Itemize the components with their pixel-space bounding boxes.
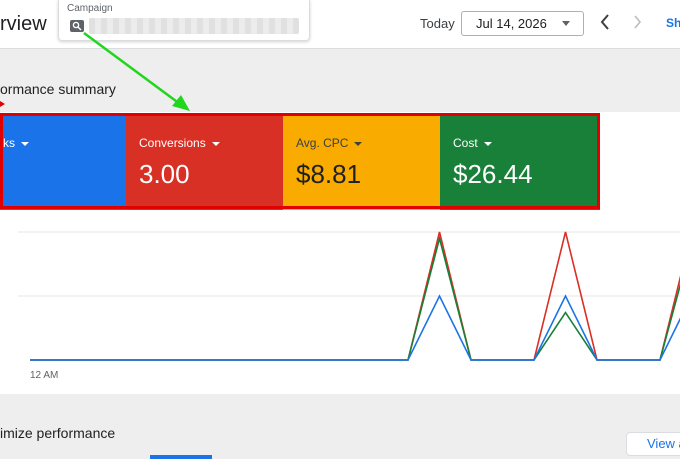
optimization-title: imize performance: [0, 425, 116, 441]
scorecard-value: 3.00: [139, 159, 190, 189]
scorecard-value: $26.44: [453, 159, 533, 189]
scorecard-cost[interactable]: Cost $26.44: [440, 115, 600, 210]
date-range-select[interactable]: Jul 14, 2026: [461, 11, 584, 36]
scorecard-label-wrap: Conversions: [139, 136, 220, 150]
chevron-down-icon: [562, 21, 570, 26]
next-period-button[interactable]: [628, 10, 648, 34]
search-icon: [70, 20, 84, 32]
scorecard-label-wrap: Cost: [453, 136, 492, 150]
date-range-label: Today: [420, 16, 455, 31]
annotation-arrowhead-red: [0, 101, 5, 107]
campaign-selector[interactable]: Campaign: [58, 0, 310, 41]
caret-down-icon: [483, 141, 492, 146]
show-link[interactable]: Sh: [666, 16, 680, 30]
chevron-right-icon: [634, 15, 642, 29]
scorecard-label: cks: [0, 136, 15, 150]
previous-period-button[interactable]: [596, 10, 616, 34]
caret-down-icon: [211, 141, 220, 146]
chart-series-line: [30, 294, 680, 361]
campaign-label: Campaign: [67, 3, 113, 14]
scorecard-avg-cpc[interactable]: Avg. CPC $8.81: [283, 115, 440, 210]
top-bar: rview Campaign Today Jul 14, 2026 Sh: [0, 0, 680, 49]
page-title: rview: [0, 13, 47, 35]
chart-gridlines: [18, 231, 680, 297]
campaign-name-redacted: [89, 18, 299, 34]
scorecard-clicks[interactable]: cks: [0, 115, 126, 210]
chevron-left-icon: [600, 14, 609, 30]
date-value: Jul 14, 2026: [476, 16, 547, 31]
scorecard-label: Avg. CPC: [296, 136, 349, 150]
scorecards: cks Conversions 3.00 Avg. CPC $8.81 Cost…: [0, 115, 600, 210]
scorecard-label-wrap: Avg. CPC: [296, 136, 363, 150]
x-axis-tick-label: 12 AM: [30, 370, 59, 381]
scorecard-conversions[interactable]: Conversions 3.00: [126, 115, 283, 210]
view-all-button[interactable]: View a: [626, 432, 680, 456]
view-all-label: View a: [647, 436, 680, 451]
scorecard-value: $8.81: [296, 159, 362, 189]
caret-down-icon: [354, 141, 363, 146]
scorecard-label-wrap: cks: [0, 136, 29, 150]
optimization-score-bar: [150, 455, 212, 459]
performance-line-chart: [18, 231, 680, 361]
caret-down-icon: [21, 141, 29, 146]
scorecard-label: Cost: [453, 136, 478, 150]
performance-summary-title: ormance summary: [0, 81, 116, 97]
scorecard-label: Conversions: [139, 136, 206, 150]
